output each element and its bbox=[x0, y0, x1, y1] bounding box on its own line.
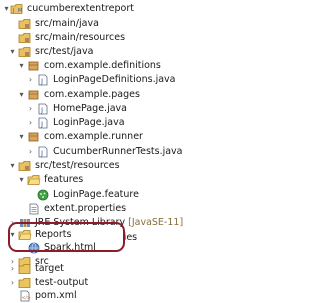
java-file-icon: J bbox=[38, 74, 48, 86]
tree-item-label: com.example.pages bbox=[44, 89, 140, 100]
svg-text:M: M bbox=[18, 8, 22, 14]
collapse-arrow-icon[interactable]: › bbox=[26, 115, 35, 130]
expand-toggle-icon[interactable]: ▾ bbox=[8, 44, 17, 59]
tree-item-label: LoginPage.feature bbox=[53, 189, 139, 200]
tree-item-label: HomePage.java bbox=[53, 103, 127, 114]
project-explorer-tree: ▾ J M cucumberextentreport src/main/java… bbox=[0, 0, 267, 302]
expand-toggle-icon[interactable]: ▾ bbox=[17, 58, 26, 73]
collapse-arrow-icon[interactable]: › bbox=[8, 275, 17, 290]
tree-item-label: features bbox=[44, 174, 84, 185]
collapse-arrow-icon[interactable]: › bbox=[8, 261, 17, 276]
project-folder-icon: J M bbox=[10, 4, 23, 14]
tree-item-label: cucumberextentreport bbox=[27, 3, 134, 14]
java-file-icon: J bbox=[38, 103, 48, 115]
svg-text:J: J bbox=[40, 150, 43, 158]
tree-item-label: LoginPage.java bbox=[53, 117, 125, 128]
source-folder-icon bbox=[18, 161, 31, 171]
java-file-icon: J bbox=[38, 117, 48, 129]
svg-text:J: J bbox=[40, 78, 43, 86]
package-icon bbox=[28, 90, 39, 100]
xml-file-icon: </> bbox=[20, 290, 31, 302]
tree-item-label: CucumberRunnerTests.java bbox=[53, 146, 183, 157]
svg-text:</>: </> bbox=[22, 295, 31, 301]
expand-toggle-icon[interactable]: ▾ bbox=[17, 172, 26, 187]
cucumber-icon bbox=[37, 189, 49, 201]
source-folder-icon bbox=[18, 33, 31, 43]
collapse-arrow-icon[interactable]: › bbox=[26, 72, 35, 87]
source-folder-icon bbox=[18, 47, 31, 57]
jre-version-decoration: [JavaSE-11] bbox=[128, 217, 184, 228]
svg-text:J: J bbox=[12, 8, 14, 14]
package-icon bbox=[28, 132, 39, 142]
tree-item-label: src/test/resources bbox=[35, 160, 120, 171]
open-folder-icon bbox=[27, 175, 41, 185]
svg-text:J: J bbox=[40, 121, 43, 129]
reports-highlight-annotation bbox=[8, 222, 125, 252]
collapse-arrow-icon[interactable]: › bbox=[26, 101, 35, 116]
expand-toggle-icon[interactable]: ▾ bbox=[17, 129, 26, 144]
java-file-icon: J bbox=[38, 146, 48, 158]
tree-item-label: com.example.definitions bbox=[44, 60, 161, 71]
tree-item-label: com.example.runner bbox=[44, 131, 143, 142]
tree-item-label: target bbox=[35, 263, 64, 274]
folder-icon bbox=[18, 278, 31, 288]
collapse-arrow-icon[interactable]: › bbox=[26, 144, 35, 159]
source-folder-icon bbox=[18, 19, 31, 29]
expand-toggle-icon[interactable]: ▾ bbox=[8, 158, 17, 173]
tree-item-label: src/main/java bbox=[35, 18, 99, 29]
package-icon bbox=[28, 61, 39, 71]
expand-toggle-icon[interactable]: ▾ bbox=[17, 87, 26, 102]
tree-item-label: src/main/resources bbox=[35, 32, 126, 43]
tree-item-label: LoginPageDefinitions.java bbox=[53, 74, 176, 85]
tree-item-label: pom.xml bbox=[35, 290, 77, 301]
folder-icon bbox=[18, 264, 31, 274]
properties-file-icon bbox=[29, 203, 39, 215]
tree-item-label: src/test/java bbox=[35, 46, 94, 57]
tree-item-label: extent.properties bbox=[44, 203, 127, 214]
svg-text:J: J bbox=[40, 107, 43, 115]
